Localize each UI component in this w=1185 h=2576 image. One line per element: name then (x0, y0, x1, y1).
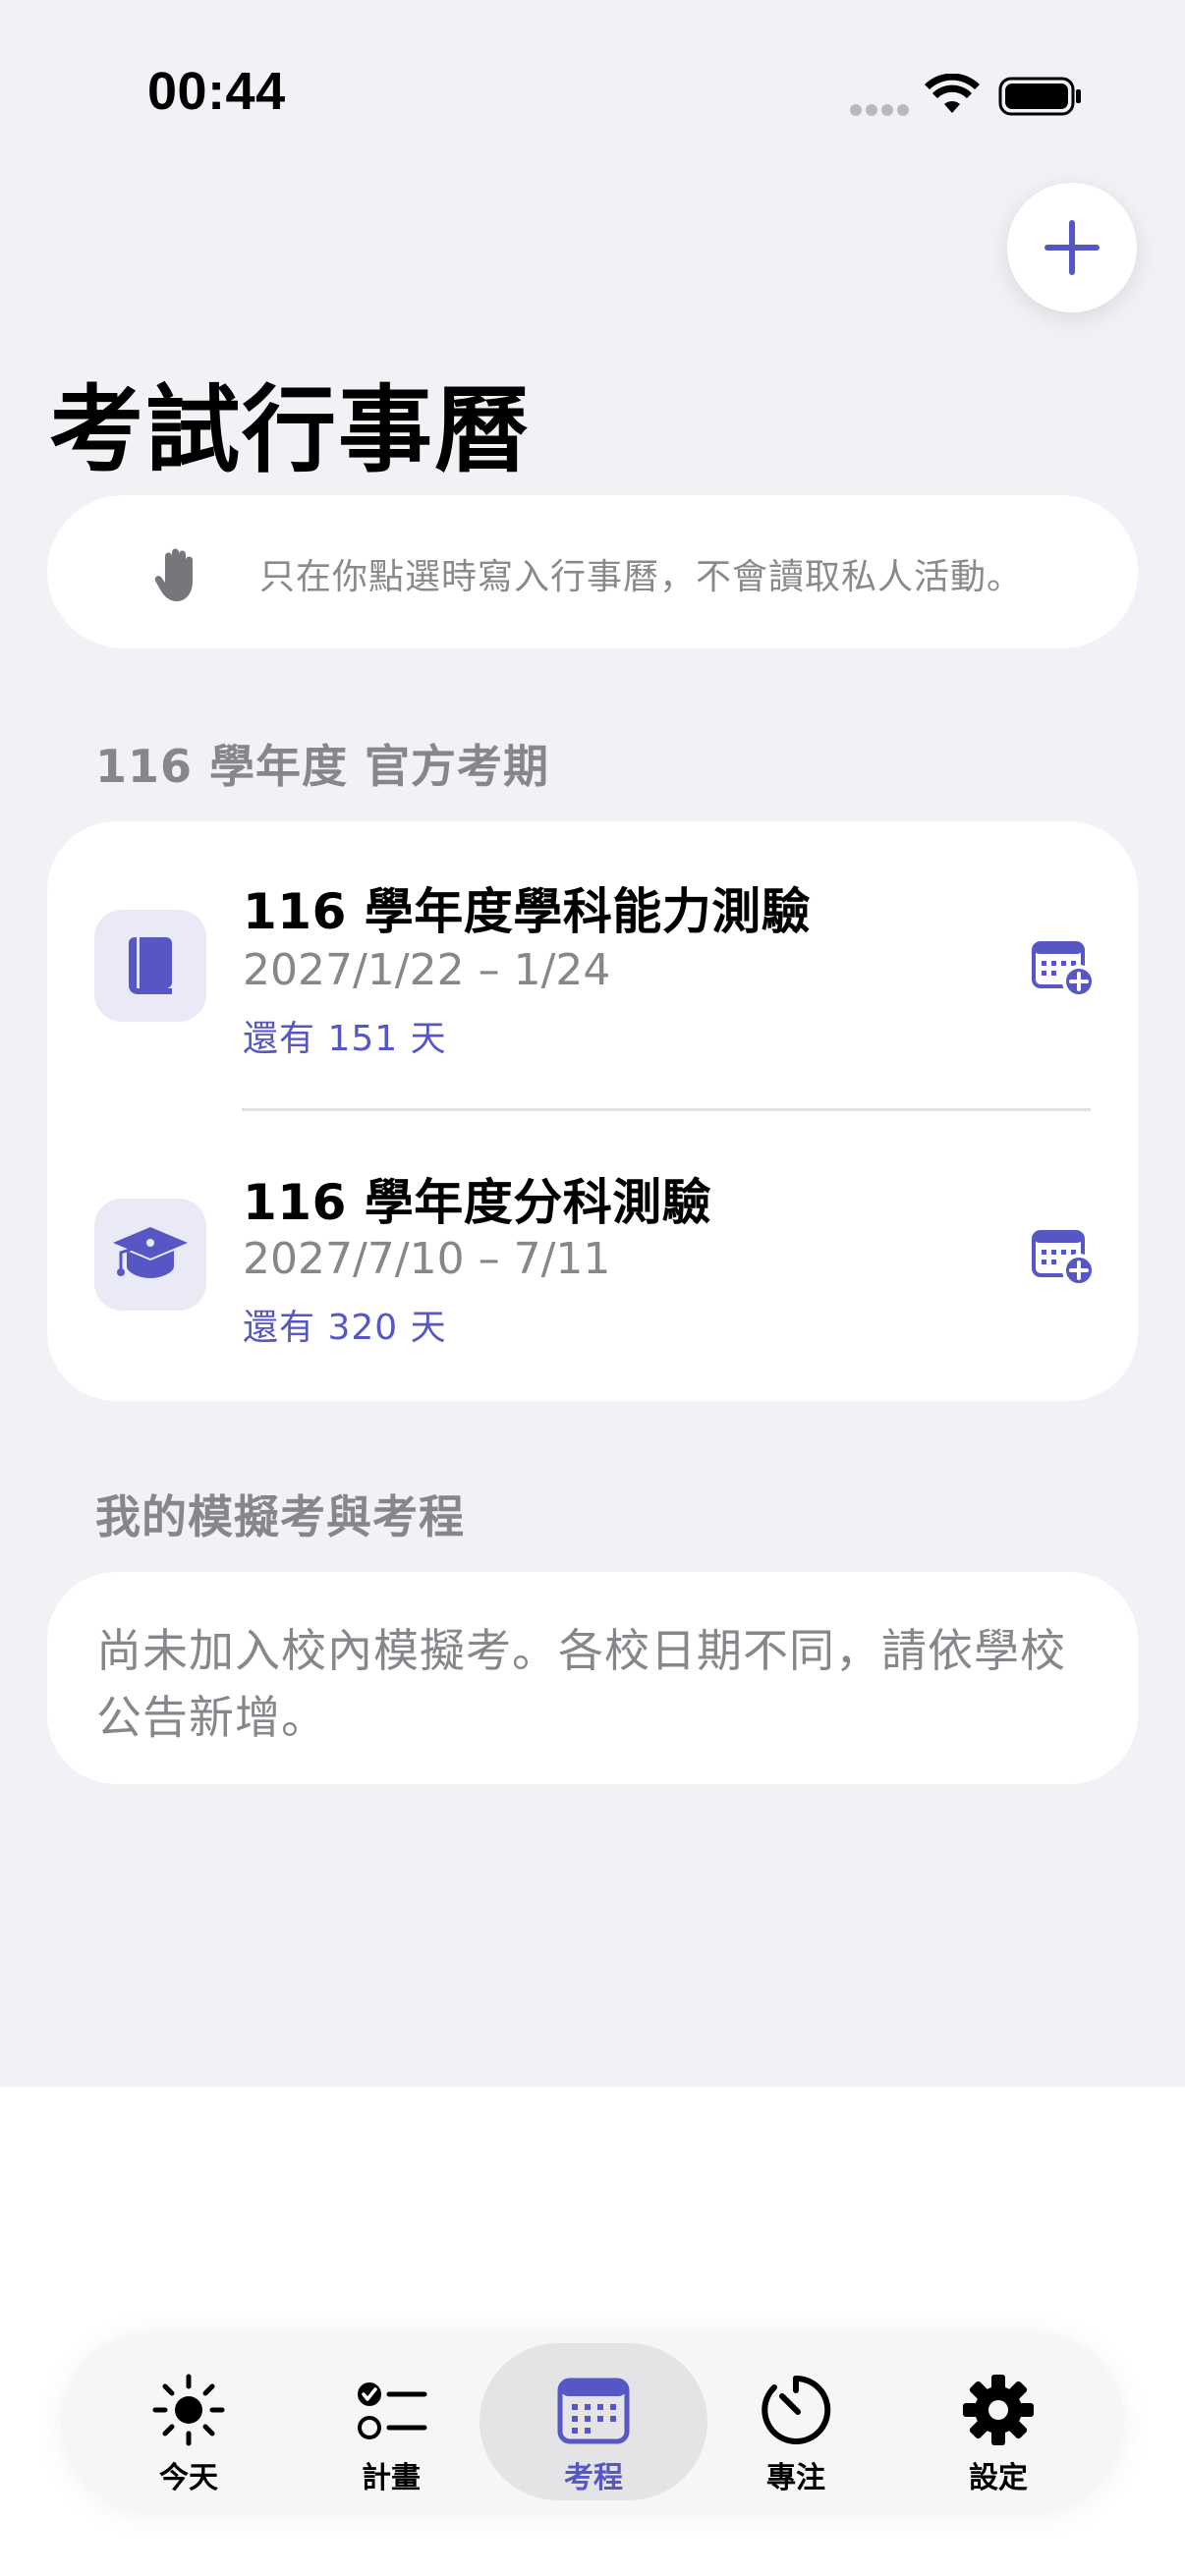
checklist-icon (358, 2382, 427, 2439)
mock-exams-header: 我的模擬考與考程 (95, 1490, 465, 1543)
exam-name: 116 學年度學科能力測驗 (243, 883, 812, 940)
tab-bar: 今天 計畫 考程 專注 設定 (61, 2331, 1124, 2512)
exam-icon-container (94, 1199, 206, 1311)
mock-exams-card: 尚未加入校內模擬考。各校日期不同，請依學校公告新增。 (47, 1572, 1138, 1784)
exam-row-ast[interactable]: 116 學年度分科測驗 2027/7/10 – 7/11 還有 320 天 (47, 1112, 1138, 1397)
gear-icon (963, 2375, 1034, 2445)
tab-exam-schedule[interactable]: 考程 (480, 2343, 707, 2500)
tab-label: 計畫 (362, 2461, 421, 2495)
tab-label: 專注 (766, 2461, 825, 2495)
graduation-cap-icon (113, 1227, 188, 1278)
tab-today[interactable]: 今天 (75, 2343, 303, 2500)
official-exams-card: 116 學年度學科能力測驗 2027/1/22 – 1/24 還有 151 天 (47, 821, 1138, 1401)
tab-settings[interactable]: 設定 (884, 2343, 1112, 2500)
page-title: 考試行事曆 (49, 375, 531, 485)
tab-label: 今天 (159, 2461, 218, 2495)
book-icon (129, 937, 172, 994)
exam-countdown: 還有 151 天 (243, 1019, 447, 1059)
calendar-icon (557, 2378, 630, 2444)
tab-focus[interactable]: 專注 (682, 2343, 910, 2500)
status-bar: 00:44 (0, 0, 1185, 147)
sun-icon (152, 2374, 225, 2446)
exam-row-gsat[interactable]: 116 學年度學科能力測驗 2027/1/22 – 1/24 還有 151 天 (47, 821, 1138, 1106)
add-exam-button[interactable] (1007, 183, 1137, 312)
hand-raised-icon (154, 548, 193, 601)
wifi-icon (925, 74, 980, 113)
exam-name: 116 學年度分科測驗 (243, 1174, 712, 1231)
cellular-signal-icon (850, 104, 909, 116)
mock-exams-empty-text: 尚未加入校內模擬考。各校日期不同，請依學校公告新增。 (96, 1624, 1066, 1744)
exam-countdown: 還有 320 天 (243, 1308, 447, 1348)
official-exams-header: 116 學年度 官方考期 (95, 740, 550, 793)
tab-plan[interactable]: 計畫 (277, 2343, 505, 2500)
exam-date: 2027/1/22 – 1/24 (243, 945, 611, 995)
privacy-notice-text: 只在你點選時寫入行事曆，不會讀取私人活動。 (259, 557, 1024, 597)
add-to-calendar-icon[interactable] (1032, 1228, 1097, 1287)
exam-date: 2027/7/10 – 7/11 (243, 1234, 611, 1284)
exam-icon-container (94, 910, 206, 1022)
timer-icon (762, 2375, 831, 2444)
privacy-notice: 只在你點選時寫入行事曆，不會讀取私人活動。 (47, 495, 1138, 648)
status-time: 00:44 (147, 62, 286, 121)
row-divider (242, 1108, 1091, 1111)
tab-label: 設定 (969, 2461, 1028, 2495)
tab-label: 考程 (564, 2461, 623, 2495)
add-to-calendar-icon[interactable] (1032, 939, 1097, 998)
plus-icon (1044, 220, 1100, 275)
battery-icon (998, 77, 1081, 116)
